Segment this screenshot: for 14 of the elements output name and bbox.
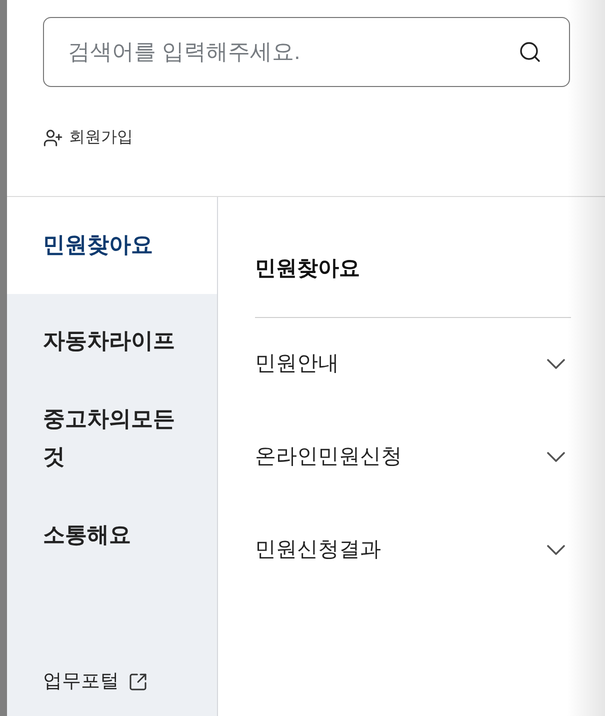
submenu-item[interactable]: 민원안내 — [255, 318, 571, 411]
category-tab[interactable]: 소통해요 — [7, 496, 217, 574]
external-link-icon — [128, 672, 148, 692]
signup-link[interactable]: 회원가입 — [43, 126, 133, 150]
category-tab[interactable]: 자동차라이프 — [7, 302, 217, 380]
submenu-item[interactable]: 민원신청결과 — [255, 504, 571, 597]
portal-link[interactable]: 업무포털 — [43, 669, 148, 695]
user-plus-icon — [43, 128, 63, 148]
submenu-title: 민원찾아요 — [255, 197, 571, 318]
submenu-item[interactable]: 온라인민원신청 — [255, 411, 571, 504]
search-field[interactable]: 검색어를 입력해주세요. — [43, 17, 570, 87]
search-icon[interactable] — [518, 40, 542, 64]
category-tab[interactable]: 민원찾아요 — [7, 197, 217, 294]
category-tab[interactable]: 중고차의모든 것 — [7, 380, 217, 496]
